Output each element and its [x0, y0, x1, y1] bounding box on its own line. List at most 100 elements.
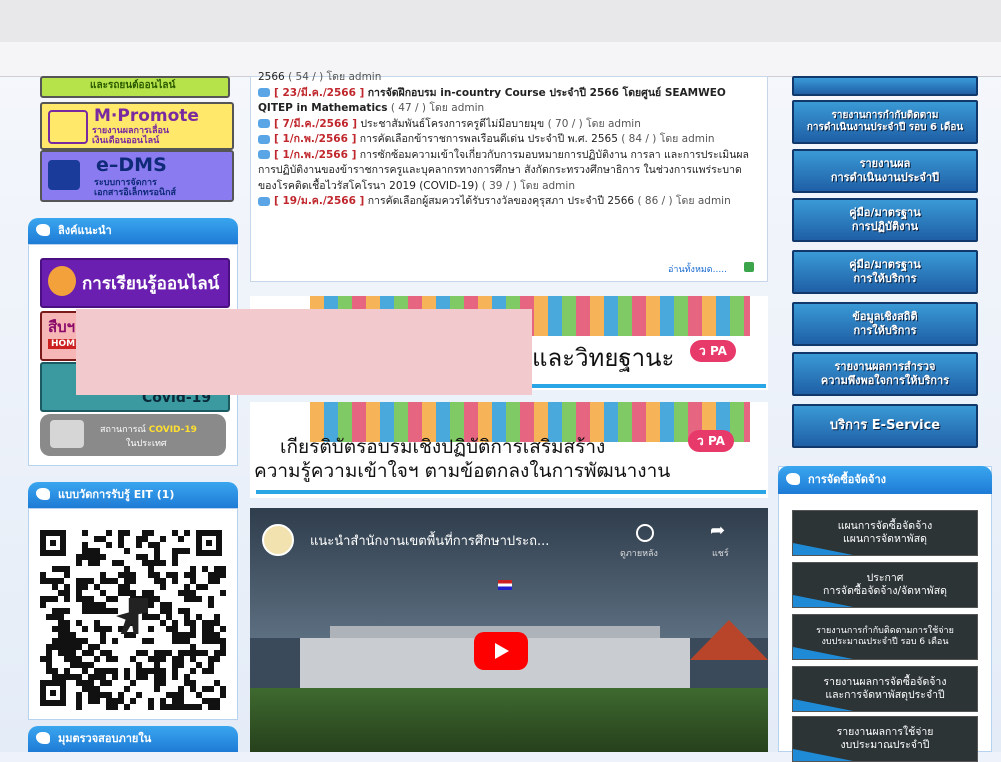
eit-panel-header: แบบวัดการรับรู้ EIT (1)	[28, 482, 238, 508]
video-title[interactable]: แนะนำสำนักงานเขตพื้นที่การศึกษาประถ...	[310, 530, 549, 551]
promo-underline	[256, 490, 766, 494]
qr-module	[148, 638, 154, 644]
qr-module	[130, 578, 136, 584]
refresh-icon[interactable]	[744, 262, 754, 272]
qr-module	[160, 680, 166, 686]
qr-module	[172, 674, 178, 680]
online-learning-button[interactable]: การเรียนรู้ออนไลน์	[40, 258, 230, 308]
bullet-icon	[258, 88, 270, 97]
qr-module	[184, 530, 190, 536]
budget-monitoring-button[interactable]: รายงานการกำกับติดตามการใช้จ่าย งบประมาณปร…	[792, 614, 978, 660]
qr-module	[82, 626, 88, 632]
satisfaction-survey-button[interactable]: รายงานผลการสำรวจ ความพึงพอใจการให้บริการ	[792, 352, 978, 396]
e-service-button[interactable]: บริการ E-Service	[792, 404, 978, 448]
monitoring-report-button[interactable]: รายงานการกำกับติดตาม การดำเนินงานประจำปี …	[792, 100, 978, 144]
vpa-badge: ว PA	[690, 340, 736, 362]
m-promote-title: M·Promote	[94, 106, 199, 126]
read-more-link[interactable]: อ่านทั้งหมด.....	[668, 262, 727, 276]
banner-m-promote[interactable]: M·Promote รายงานผลการเลื่อน เงินเดือนออนไ…	[40, 102, 234, 150]
qr-module	[64, 572, 70, 578]
qr-module	[154, 686, 160, 692]
eit-qr-code[interactable]	[36, 526, 226, 710]
qr-module	[172, 578, 178, 584]
qr-module	[82, 584, 88, 590]
covid-situation-line2: ในประเทศ	[126, 439, 167, 449]
banner-vehicle-label: และรถยนต์ออนไลน์	[90, 80, 176, 91]
chart-icon	[50, 420, 84, 448]
qr-module	[148, 602, 154, 608]
promo-banner-certificate[interactable]: เกียรติบัตรอบรมเชิงปฏิบัติการเสริมสร้าง …	[250, 402, 768, 498]
news-item[interactable]: [ 1/ก.พ./2566 ] การซักซ้อมความเข้าใจเกี่…	[258, 148, 758, 195]
e-dms-title: e–DMS	[96, 154, 167, 176]
news-item[interactable]: [ 23/มี.ค./2566 ] การจัดฝึกอบรม in-count…	[258, 86, 758, 117]
qr-module	[142, 674, 148, 680]
qr-module	[124, 704, 130, 710]
qr-finder	[196, 530, 222, 556]
procurement-announcement-button[interactable]: ประกาศ การจัดซื้อจัดจ้าง/จัดหาพัสดุ	[792, 562, 978, 608]
browser-toolbar	[0, 0, 1001, 77]
audit-panel-header: มุมตรวจสอบภายใน	[28, 726, 238, 752]
clock-icon[interactable]	[636, 524, 654, 542]
audit-panel-title: มุมตรวจสอบภายใน	[58, 732, 152, 745]
channel-logo[interactable]	[262, 524, 294, 556]
qr-module	[214, 656, 220, 662]
qr-module	[202, 584, 208, 590]
news-item[interactable]: 2566 ( 54 / ) โดย admin	[258, 70, 758, 86]
news-item[interactable]: [ 1/ก.พ./2566 ] การคัดเลือกข้าราชการพลเร…	[258, 132, 758, 148]
news-item[interactable]: [ 7/มี.ค./2566 ] ประชาสัมพันธ์โครงการครู…	[258, 117, 758, 133]
bullet-icon	[258, 196, 270, 206]
qr-module	[106, 530, 112, 536]
qr-module	[124, 548, 130, 554]
operation-manual-button[interactable]: คู่มือ/มาตรฐาน การปฏิบัติงาน	[792, 198, 978, 242]
qr-module	[112, 608, 118, 614]
vpa-badge: ว PA	[688, 430, 734, 452]
qr-module	[112, 704, 118, 710]
youtube-video-embed[interactable]: แนะนำสำนักงานเขตพื้นที่การศึกษาประถ... ด…	[250, 508, 768, 752]
video-trees	[250, 688, 768, 752]
qr-module	[148, 530, 154, 536]
qr-module	[148, 626, 154, 632]
qr-module	[136, 692, 142, 698]
qr-module	[208, 602, 214, 608]
banner-e-dms[interactable]: e–DMS ระบบการจัดการ เอกสารอิเล็กทรอนิกส์	[40, 150, 234, 202]
online-learning-label: การเรียนรู้ออนไลน์	[82, 274, 220, 294]
qr-module	[100, 554, 106, 560]
qr-module	[208, 668, 214, 674]
qr-module	[196, 596, 202, 602]
m-promote-subtitle: รายงานผลการเลื่อน เงินเดือนออนไลน์	[92, 126, 170, 146]
qr-module	[136, 542, 142, 548]
play-button[interactable]	[474, 632, 528, 670]
document-icon	[48, 160, 80, 190]
bird-icon	[36, 488, 50, 500]
qr-module	[220, 692, 226, 698]
qr-module	[64, 596, 70, 602]
qr-module	[214, 704, 220, 710]
qr-module	[106, 542, 112, 548]
qr-module	[196, 704, 202, 710]
share-icon[interactable]: ➦	[710, 520, 725, 541]
qr-module	[124, 686, 130, 692]
bird-icon	[36, 224, 50, 236]
procurement-report-button[interactable]: รายงานผลการจัดซื้อจัดจ้าง และการจัดหาพัสด…	[792, 666, 978, 712]
right-button-top-partial[interactable]	[792, 76, 978, 96]
promo-title: และวิทยฐานะ	[532, 344, 675, 372]
qr-module	[64, 608, 70, 614]
banner-vehicle-online[interactable]: และรถยนต์ออนไลน์	[40, 76, 230, 98]
qr-module	[160, 536, 166, 542]
procurement-panel-title: การจัดซื้อจัดจ้าง	[808, 473, 886, 486]
qr-module	[190, 632, 196, 638]
news-item[interactable]: [ 19/ม.ค./2566 ] การคัดเลือกผู้สมควรได้ร…	[258, 194, 758, 210]
annual-performance-button[interactable]: รายงานผล การดำเนินงานประจำปี	[792, 149, 978, 193]
service-manual-button[interactable]: คู่มือ/มาตรฐาน การให้บริการ	[792, 250, 978, 294]
qr-module	[94, 698, 100, 704]
procurement-plan-button[interactable]: แผนการจัดซื้อจัดจ้าง แผนการจัดหาพัสดุ	[792, 510, 978, 556]
qr-module	[40, 602, 46, 608]
procurement-panel-header: การจัดซื้อจัดจ้าง	[778, 466, 992, 494]
news-list: 2566 ( 54 / ) โดย admin [ 23/มี.ค./2566 …	[258, 70, 758, 210]
service-statistics-button[interactable]: ข้อมูลเชิงสถิติ การให้บริการ	[792, 302, 978, 346]
expenditure-report-button[interactable]: รายงานผลการใช้จ่าย งบประมาณประจำปี	[792, 716, 978, 762]
covid-situation-button[interactable]: สถานการณ์ COVID-19 ในประเทศ	[40, 414, 226, 456]
qr-module	[112, 656, 118, 662]
flag-icon	[498, 580, 512, 590]
eit-panel-title: แบบวัดการรับรู้ EIT (1)	[58, 488, 175, 501]
